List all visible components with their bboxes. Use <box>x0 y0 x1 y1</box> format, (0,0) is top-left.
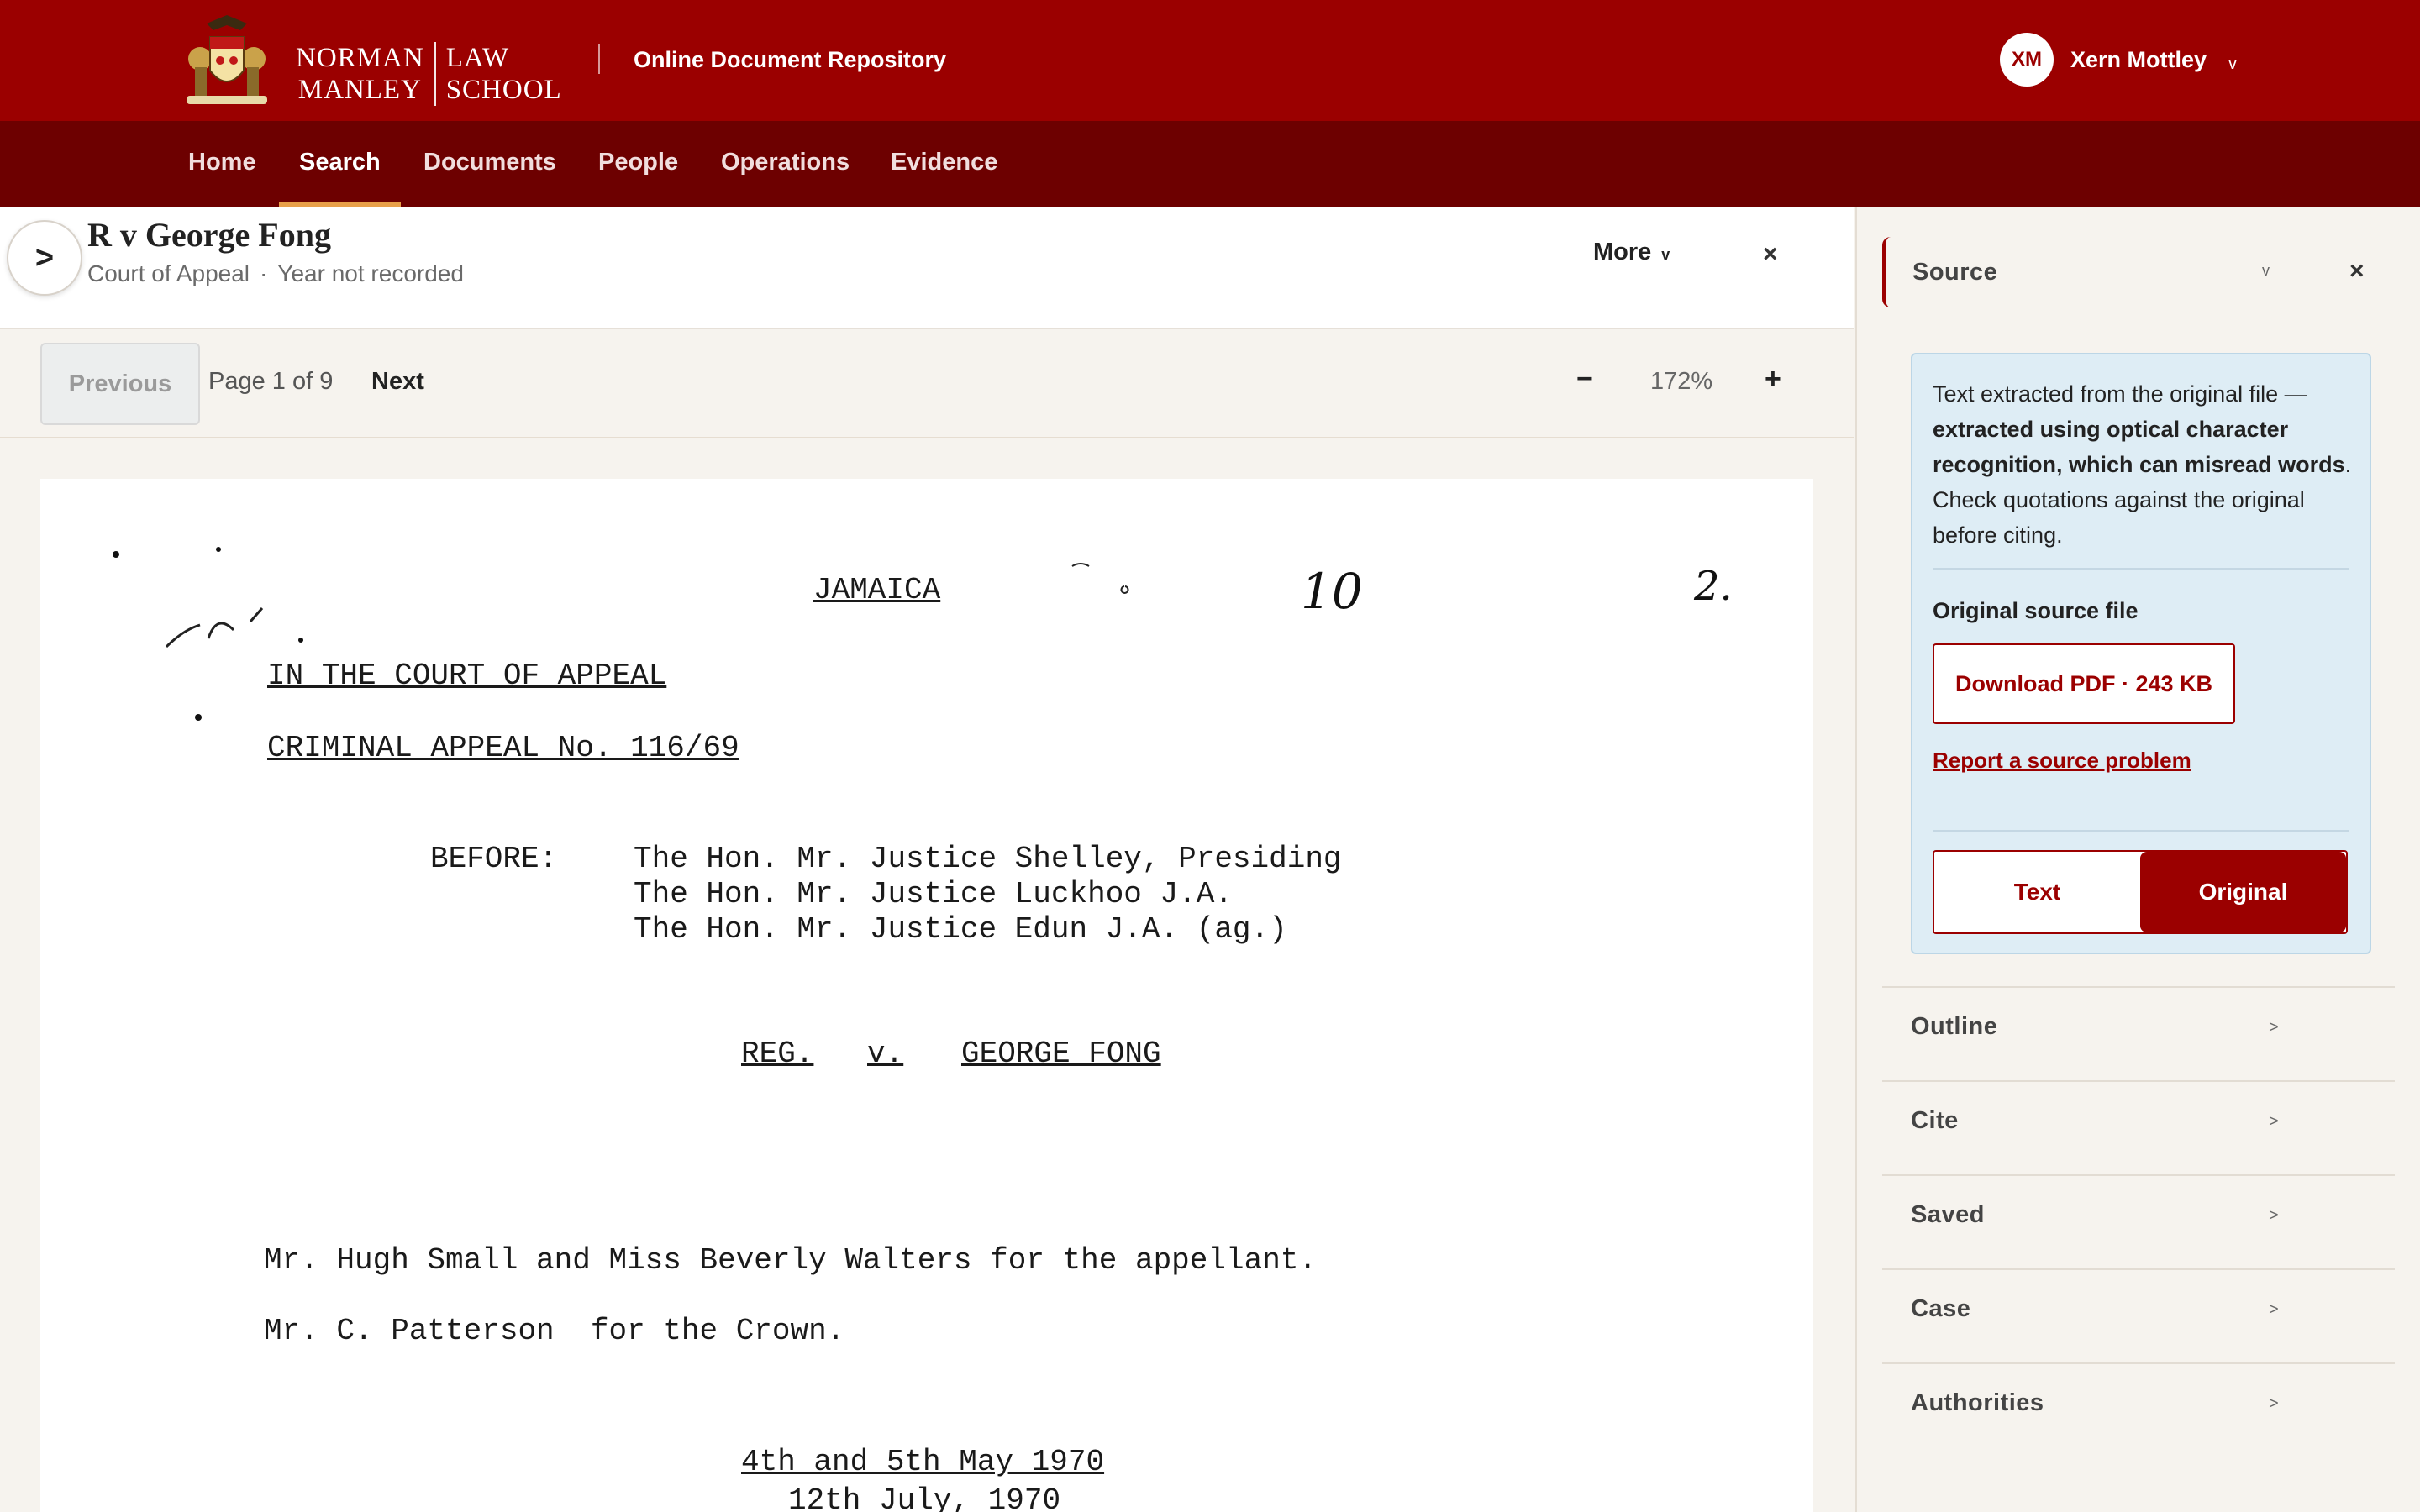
header-divider <box>598 44 600 74</box>
school-name-line1-right: LAW <box>445 43 510 73</box>
original-source-label: Original source file <box>1933 598 2139 623</box>
chevron-right-icon: > <box>2269 1018 2279 1037</box>
side-panel: Source v × Text extracted from the origi… <box>1855 207 2420 1512</box>
page-toolbar: Previous Page 1 of 9 Next − 172% + <box>0 329 1854 438</box>
section-saved[interactable]: Saved > <box>1882 1174 2395 1268</box>
view-mode-toggle: Text Original <box>1933 850 2348 934</box>
previous-page-button[interactable]: Previous <box>40 343 200 425</box>
chevron-down-icon: v <box>1661 246 1670 263</box>
source-label: Source <box>1912 259 1998 286</box>
section-cite[interactable]: Cite > <box>1882 1080 2395 1174</box>
nav-people[interactable]: People <box>598 121 678 207</box>
nav-home[interactable]: Home <box>188 121 256 207</box>
section-label: Cite <box>1911 1107 1959 1134</box>
more-label: More <box>1593 239 1652 265</box>
court-heading: IN THE COURT OF APPEAL <box>267 659 667 693</box>
section-label: Authorities <box>1911 1389 2044 1416</box>
counsel-crown: Mr. C. Patterson for the Crown. <box>264 1314 845 1348</box>
report-problem-link[interactable]: Report a source problem <box>1933 748 2191 774</box>
section-outline[interactable]: Outline > <box>1882 986 2395 1080</box>
section-case[interactable]: Case > <box>1882 1268 2395 1362</box>
school-name-line2-right: SCHOOL <box>445 75 562 105</box>
section-label: Saved <box>1911 1201 1985 1228</box>
case-reg: REG. <box>741 1037 814 1071</box>
school-name-line2-left: MANLEY <box>297 75 422 105</box>
before-label: BEFORE: <box>430 842 558 876</box>
toggle-original[interactable]: Original <box>2140 852 2346 932</box>
counsel-appellant: Mr. Hugh Small and Miss Beverly Walters … <box>264 1243 1318 1278</box>
judge-line: The Hon. Mr. Justice Edun J.A. (ag.) <box>634 912 1287 947</box>
nav-operations[interactable]: Operations <box>721 121 850 207</box>
year-label: Year not recorded <box>277 260 464 286</box>
page-indicator: Page 1 of 9 <box>208 368 334 395</box>
next-page-button[interactable]: Next <box>371 368 424 396</box>
repository-title: Online Document Repository <box>634 47 947 72</box>
avatar: XM <box>2000 33 2054 87</box>
chevron-right-icon: > <box>2269 1300 2279 1319</box>
source-info-box: Text extracted from the original file — … <box>1911 353 2371 954</box>
case-versus: v. <box>867 1037 904 1071</box>
divider <box>1933 830 2349 832</box>
close-icon[interactable]: × <box>2349 257 2365 286</box>
document-meta: Court of Appeal · Year not recorded <box>87 260 464 287</box>
document-viewer[interactable]: 10 2. JAMAICA IN THE COURT OF APPEAL CRI… <box>0 438 1854 1512</box>
appeal-number: CRIMINAL APPEAL No. 116/69 <box>267 731 739 765</box>
ocr-notice-emphasis: extracted using optical character recogn… <box>1933 417 2345 477</box>
user-menu[interactable]: XM Xern Mottley v <box>2000 32 2237 87</box>
minus-icon[interactable]: − <box>1576 363 1593 396</box>
document-header: > R v George Fong Court of Appeal · Year n… <box>0 207 1854 329</box>
expand-panel-button[interactable]: > <box>7 220 82 296</box>
nav-search[interactable]: Search <box>279 121 401 207</box>
handwritten-page-mark: 10 <box>1301 563 1363 620</box>
divider <box>1933 568 2349 570</box>
hearing-dates: 4th and 5th May 1970 <box>741 1445 1105 1479</box>
chevron-down-icon: v <box>2228 54 2238 73</box>
section-authorities[interactable]: Authorities > <box>1882 1362 2395 1457</box>
user-name: Xern Mottley <box>2070 46 2207 72</box>
jurisdiction-heading: JAMAICA <box>813 573 941 607</box>
chevron-right-icon: > <box>2269 1206 2279 1225</box>
top-header: NORMAN MANLEY LAW SCHOOL Online Document Re… <box>0 0 2420 121</box>
judge-line: The Hon. Mr. Justice Luckhoo J.A. <box>634 877 1233 911</box>
school-crest-icon <box>187 15 267 104</box>
document-title: R v George Fong <box>87 216 331 254</box>
chevron-right-icon: > <box>2269 1112 2279 1131</box>
school-name: NORMAN MANLEY LAW SCHOOL <box>296 42 562 106</box>
nav-documents[interactable]: Documents <box>424 121 556 207</box>
ocr-notice: Text extracted from the original file — … <box>1933 376 2353 553</box>
judge-line: The Hon. Mr. Justice Shelley, Presiding <box>634 842 1342 876</box>
chevron-down-icon: v <box>2262 262 2270 279</box>
main-nav: Home Search Documents People Operations … <box>0 121 2420 207</box>
scanned-page: 10 2. JAMAICA IN THE COURT OF APPEAL CRI… <box>40 479 1813 1512</box>
case-party: GEORGE FONG <box>961 1037 1161 1071</box>
chevron-right-icon: > <box>2269 1394 2279 1413</box>
download-pdf-button[interactable]: Download PDF · 243 KB <box>1933 643 2235 724</box>
nav-evidence[interactable]: Evidence <box>891 121 997 207</box>
judgment-date: 12th July, 1970 <box>788 1483 1061 1512</box>
meta-separator: · <box>260 260 268 286</box>
source-section-header[interactable]: Source v × <box>1882 237 2398 307</box>
toggle-text[interactable]: Text <box>1934 852 2140 932</box>
handwritten-page-number: 2. <box>1694 563 1733 610</box>
section-label: Case <box>1911 1295 1971 1322</box>
section-label: Outline <box>1911 1013 1998 1040</box>
close-icon[interactable]: × <box>1763 240 1778 269</box>
ocr-notice-lead: Text extracted from the original file — <box>1933 381 2307 407</box>
plus-icon[interactable]: + <box>1765 363 1781 396</box>
court-label: Court of Appeal <box>87 260 250 286</box>
school-name-line1-left: NORMAN <box>296 43 424 73</box>
zoom-level: 172% <box>1650 368 1713 395</box>
more-menu-button[interactable]: More v <box>1593 239 1670 266</box>
chevron-right-icon: > <box>34 239 55 276</box>
